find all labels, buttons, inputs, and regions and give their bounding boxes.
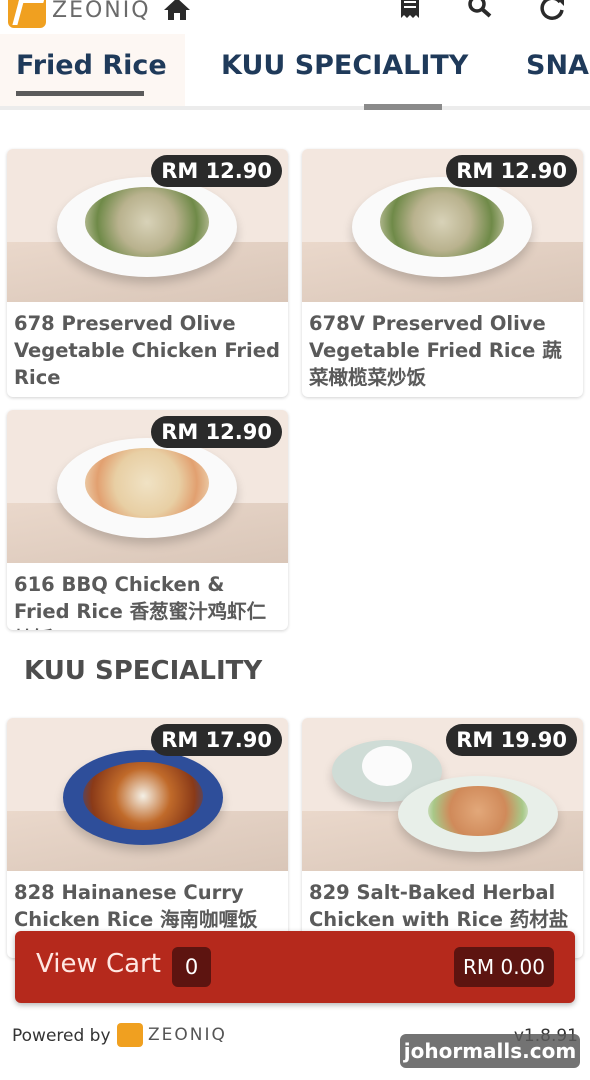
- view-cart-button[interactable]: View Cart 0 RM 0.00: [15, 931, 575, 1003]
- product-card[interactable]: RM 12.90 616 BBQ Chicken & Fried Rice 香葱…: [7, 410, 288, 630]
- receipt-icon[interactable]: [395, 0, 425, 22]
- home-icon[interactable]: [162, 0, 192, 22]
- refresh-icon[interactable]: [538, 0, 568, 22]
- price-badge: RM 19.90: [446, 724, 577, 756]
- active-tab-underline: [16, 91, 144, 96]
- product-image: RM 12.90: [7, 149, 288, 302]
- zeoniq-logo-icon: [117, 1023, 143, 1047]
- brand-logo[interactable]: ZEONIQ: [8, 0, 151, 28]
- product-card[interactable]: RM 12.90 678 Preserved Olive Vegetable C…: [7, 149, 288, 397]
- product-image: RM 12.90: [7, 410, 288, 563]
- product-image: RM 19.90: [302, 718, 583, 871]
- product-name: 616 BBQ Chicken & Fried Rice 香葱蜜汁鸡虾仁炒饭: [14, 573, 267, 630]
- price-badge: RM 17.90: [151, 724, 282, 756]
- tab-scroll-indicator: [364, 104, 442, 110]
- search-icon[interactable]: [465, 0, 495, 22]
- product-name: 678V Preserved Olive Vegetable Fried Ric…: [309, 312, 562, 389]
- price-badge: RM 12.90: [151, 416, 282, 448]
- app-header: ZEONIQ: [0, 0, 590, 34]
- cart-item-count: 0: [172, 947, 211, 987]
- brand-name: ZEONIQ: [52, 0, 151, 23]
- cart-total: RM 0.00: [454, 947, 554, 987]
- product-card[interactable]: RM 12.90 678V Preserved Olive Vegetable …: [302, 149, 583, 397]
- footer-brand: ZEONIQ: [148, 1025, 227, 1045]
- product-card[interactable]: RM 17.90 828 Hainanese Curry Chicken Ric…: [7, 718, 288, 958]
- price-badge: RM 12.90: [446, 155, 577, 187]
- product-image: RM 17.90: [7, 718, 288, 871]
- tab-fried-rice[interactable]: Fried Rice: [16, 50, 167, 81]
- tab-snacks[interactable]: SNAC: [526, 50, 590, 81]
- category-tabs: Fried Rice KUU SPECIALITY SNAC: [0, 34, 590, 110]
- footer-logo: ZEONIQ: [117, 1023, 227, 1047]
- zeoniq-logo-icon: [8, 0, 46, 28]
- tab-kuu-speciality[interactable]: KUU SPECIALITY: [221, 50, 468, 81]
- powered-by-text: Powered by: [12, 1026, 111, 1046]
- product-image: RM 12.90: [302, 149, 583, 302]
- section-heading: KUU SPECIALITY: [24, 656, 263, 686]
- price-badge: RM 12.90: [151, 155, 282, 187]
- product-card[interactable]: RM 19.90 829 Salt-Baked Herbal Chicken w…: [302, 718, 583, 958]
- product-name: 678 Preserved Olive Vegetable Chicken Fr…: [14, 312, 280, 389]
- view-cart-label: View Cart: [36, 949, 161, 979]
- watermark: johormalls.com: [400, 1034, 580, 1068]
